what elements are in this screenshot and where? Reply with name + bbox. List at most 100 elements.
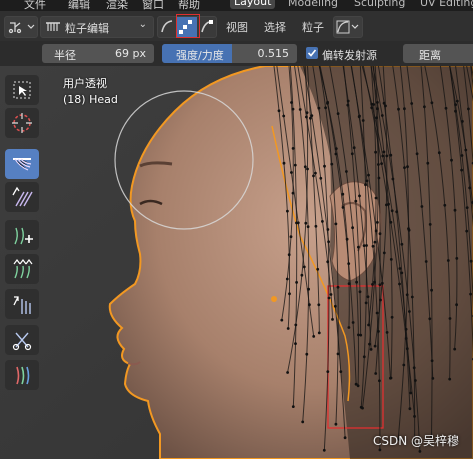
hair-key-point[interactable] xyxy=(377,163,380,166)
hair-key-point[interactable] xyxy=(465,229,469,233)
hair-key-point[interactable] xyxy=(389,258,393,261)
hair-key-point[interactable] xyxy=(339,370,343,373)
select-menu[interactable]: 选择 xyxy=(264,19,286,35)
mode-dropdown[interactable]: 粒子编辑 ⌄ xyxy=(40,16,154,38)
hair-key-point[interactable] xyxy=(403,166,406,169)
hair-key-point[interactable] xyxy=(450,158,453,162)
hair-key-point[interactable] xyxy=(371,244,375,248)
hair-key-point[interactable] xyxy=(351,226,354,230)
hair-key-point[interactable] xyxy=(294,342,297,345)
hair-key-point[interactable] xyxy=(305,352,309,356)
menu-edit[interactable]: 编辑 xyxy=(68,0,90,11)
hair-key-point[interactable] xyxy=(346,103,350,107)
hair-key-point[interactable] xyxy=(327,240,330,244)
hair-key-point[interactable] xyxy=(331,318,334,321)
hair-key-point[interactable] xyxy=(330,162,334,166)
editor-type-dropdown[interactable] xyxy=(4,16,38,38)
hair-key-point[interactable] xyxy=(455,99,459,103)
hair-key-point[interactable] xyxy=(465,206,469,210)
hair-key-point[interactable] xyxy=(408,310,411,313)
hair-key-point[interactable] xyxy=(334,147,338,150)
hair-key-point[interactable] xyxy=(343,436,347,440)
hair-key-point[interactable] xyxy=(341,206,345,209)
hair-key-point[interactable] xyxy=(464,148,468,152)
hair-key-point[interactable] xyxy=(291,191,295,195)
hair-key-point[interactable] xyxy=(373,240,377,244)
hair-key-point[interactable] xyxy=(312,174,315,178)
hair-key-point[interactable] xyxy=(369,348,373,351)
hair-key-point[interactable] xyxy=(412,366,416,370)
hair-key-point[interactable] xyxy=(390,315,394,319)
tool-weight[interactable] xyxy=(5,360,39,390)
3d-viewport[interactable]: 用户透视 (18) Head CSDN @吴梓穆 xyxy=(0,66,473,459)
hair-key-point[interactable] xyxy=(368,342,371,346)
hair-key-point[interactable] xyxy=(304,221,308,225)
hair-key-point[interactable] xyxy=(291,405,295,408)
hair-key-point[interactable] xyxy=(280,318,284,322)
hair-key-point[interactable] xyxy=(308,303,311,307)
hair-key-point[interactable] xyxy=(410,295,414,299)
workspace-tab-modeling[interactable]: Modeling xyxy=(288,0,338,9)
hair-key-point[interactable] xyxy=(468,186,472,190)
hair-key-point[interactable] xyxy=(329,293,333,296)
hair-key-point[interactable] xyxy=(323,164,326,168)
hair-key-point[interactable] xyxy=(455,257,459,260)
hair-key-point[interactable] xyxy=(324,106,327,110)
hair-key-point[interactable] xyxy=(289,235,293,239)
hair-key-point[interactable] xyxy=(301,420,305,424)
hair-key-point[interactable] xyxy=(460,168,463,172)
tool-cut[interactable] xyxy=(5,325,39,355)
tool-select-box[interactable] xyxy=(5,75,39,105)
hair-key-point[interactable] xyxy=(380,281,384,285)
hair-key-point[interactable] xyxy=(453,208,457,212)
hair-key-point[interactable] xyxy=(454,103,457,107)
view-menu[interactable]: 视图 xyxy=(226,19,248,35)
hair-key-point[interactable] xyxy=(316,267,320,271)
hair-key-point[interactable] xyxy=(397,107,400,111)
hair-key-point[interactable] xyxy=(334,422,338,426)
hair-key-point[interactable] xyxy=(354,382,358,386)
hair-key-point[interactable] xyxy=(391,177,395,181)
hair-key-point[interactable] xyxy=(406,165,409,169)
hair-key-point[interactable] xyxy=(373,280,376,284)
hair-key-point[interactable] xyxy=(409,391,413,395)
hair-key-point[interactable] xyxy=(361,406,364,410)
hair-key-point[interactable] xyxy=(403,107,406,111)
hair-key-point[interactable] xyxy=(431,377,435,380)
hair-key-point[interactable] xyxy=(377,176,381,180)
hair-key-point[interactable] xyxy=(430,359,434,363)
hair-key-point[interactable] xyxy=(437,151,441,155)
hair-key-point[interactable] xyxy=(286,209,289,213)
hair-key-point[interactable] xyxy=(350,152,354,156)
hair-key-point[interactable] xyxy=(404,327,408,331)
hair-key-point[interactable] xyxy=(382,251,386,255)
menu-window[interactable]: 窗口 xyxy=(142,0,164,11)
hair-key-point[interactable] xyxy=(430,101,434,105)
hair-key-point[interactable] xyxy=(346,99,350,103)
hair-key-point[interactable] xyxy=(382,101,386,105)
workspace-tab-layout[interactable]: Layout xyxy=(230,0,276,9)
hair-key-point[interactable] xyxy=(293,163,297,167)
hair-key-point[interactable] xyxy=(376,101,379,104)
hair-key-point[interactable] xyxy=(334,222,338,226)
hair-key-point[interactable] xyxy=(469,259,473,263)
particle-menu[interactable]: 粒子 xyxy=(302,19,324,35)
hair-key-point[interactable] xyxy=(390,209,394,213)
hair-key-point[interactable] xyxy=(285,277,289,281)
falloff-dropdown[interactable] xyxy=(333,16,363,38)
hair-key-point[interactable] xyxy=(453,347,457,351)
distance-slider[interactable]: 距离 xyxy=(403,44,473,63)
hair-key-point[interactable] xyxy=(286,371,289,374)
hair-key-point[interactable] xyxy=(374,229,378,233)
hair-key-point[interactable] xyxy=(366,295,370,299)
hair-key-point[interactable] xyxy=(336,352,340,356)
hair-key-point[interactable] xyxy=(345,170,348,173)
hair-key-point[interactable] xyxy=(428,223,432,226)
hair-key-point[interactable] xyxy=(377,330,380,333)
hair-key-point[interactable] xyxy=(319,176,323,180)
hair-key-point[interactable] xyxy=(398,267,402,270)
hair-key-point[interactable] xyxy=(303,165,307,169)
hair-key-point[interactable] xyxy=(296,221,300,225)
hair-key-point[interactable] xyxy=(295,281,298,284)
hair-key-point[interactable] xyxy=(317,331,321,335)
